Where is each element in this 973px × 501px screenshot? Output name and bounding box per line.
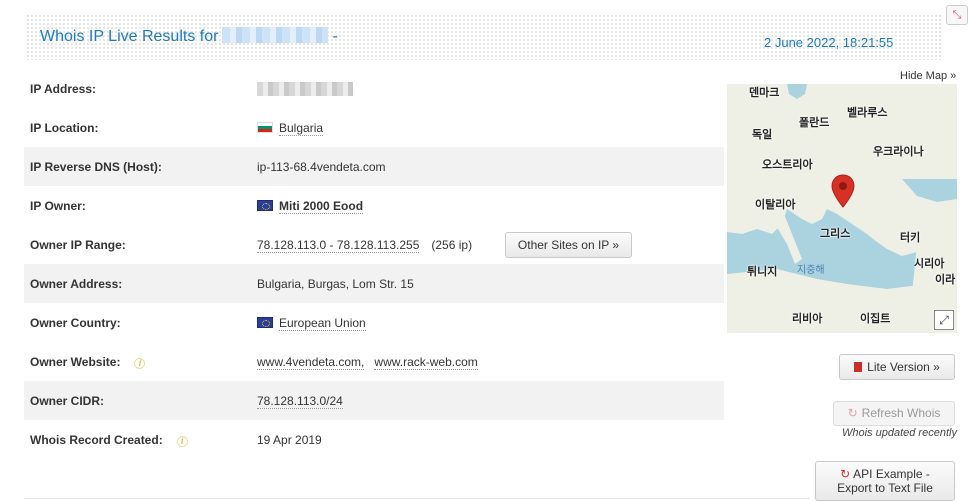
map-label: 터키 [900, 231, 921, 244]
ip-count: (256 ip) [431, 238, 473, 252]
row-owner-address: Owner Address: Bulgaria, Burgas, Lom Str… [24, 264, 724, 303]
redacted-ip [222, 27, 329, 43]
row-label: IP Location: [30, 121, 99, 135]
location-link[interactable]: Bulgaria [279, 121, 324, 136]
hide-map-link[interactable]: Hide Map » [900, 70, 956, 82]
row-label: Owner IP Range: [30, 238, 126, 252]
row-label: Owner Website: i [30, 355, 146, 369]
cidr-link[interactable]: 78.128.113.0/24 [257, 394, 343, 409]
row-value: 78.128.113.0/24 [257, 394, 343, 409]
results-header: Whois IP Live Results for - 2 June 2022, … [26, 14, 943, 60]
row-owner-country: Owner Country: European Union [24, 303, 724, 342]
ip-range-link[interactable]: 78.128.113.0 - 78.128.113.255 [257, 238, 420, 253]
api-example-button[interactable]: ↻ API Example - Export to Text File [815, 461, 955, 501]
land-italy [775, 209, 802, 264]
map-label-sea: 지중해 [797, 265, 825, 276]
info-icon[interactable]: i [176, 436, 188, 447]
row-value: ip-113-68.4vendeta.com [257, 160, 386, 174]
row-value: European Union [257, 316, 366, 331]
row-value: 19 Apr 2019 [257, 433, 322, 447]
row-ip-location: IP Location: Bulgaria [24, 108, 724, 147]
row-ip-address: IP Address: [24, 69, 724, 108]
map-label: 오스트리아 [762, 158, 813, 171]
row-value: Miti 2000 Eood [257, 199, 364, 214]
owner-link[interactable]: Miti 2000 Eood [279, 199, 364, 214]
row-label: Owner CIDR: [30, 394, 105, 408]
row-record-created: Whois Record Created: i 19 Apr 2019 [24, 420, 724, 459]
other-sites-button[interactable]: Other Sites on IP » [505, 232, 632, 258]
row-label: Owner Address: [30, 277, 123, 291]
map-label: 시리아 [914, 257, 945, 270]
eu-flag-icon [257, 317, 273, 328]
result-date: 2 June 2022, 18:21:55 [764, 35, 894, 50]
row-label: IP Address: [30, 82, 97, 96]
row-value: 78.128.113.0 - 78.128.113.255 (256 ip) [257, 238, 473, 253]
refresh-icon: ↻ [847, 406, 858, 420]
map-label: 튀니지 [747, 265, 778, 278]
page-title: Whois IP Live Results for - [40, 27, 338, 45]
collapse-arrows-icon[interactable]: ⤡ [946, 5, 968, 25]
row-ip-owner: IP Owner: Miti 2000 Eood [24, 186, 724, 225]
refresh-whois-button[interactable]: ↻ Refresh Whois [833, 401, 955, 426]
row-label: Owner Country: [30, 316, 121, 330]
row-owner-cidr: Owner CIDR: 78.128.113.0/24 [24, 381, 724, 420]
lite-version-button[interactable]: Lite Version » [839, 354, 955, 380]
info-icon[interactable]: i [134, 358, 146, 369]
row-owner-website: Owner Website: i www.4vendeta.com, www.ra… [24, 342, 724, 381]
map-label: 이라 [935, 273, 956, 286]
row-value: Bulgaria [257, 121, 324, 136]
map-label: 리비아 [792, 312, 823, 325]
eu-flag-icon [257, 200, 273, 211]
country-link[interactable]: European Union [279, 316, 366, 331]
website-link-2[interactable]: www.rack-web.com [374, 355, 478, 370]
row-label: Whois Record Created: i [30, 433, 188, 447]
refresh-icon: ↻ [840, 467, 851, 481]
bulgaria-flag-icon [257, 122, 273, 133]
map-label: 덴마크 [749, 86, 780, 99]
map-label: 우크라이나 [873, 145, 924, 158]
map-label: 이집트 [860, 312, 891, 325]
map-label: 이탈리아 [755, 198, 796, 211]
location-map[interactable]: 덴마크 벨라루스 폴란드 독일 우크라이나 오스트리아 이탈리아 그리스 터키 … [727, 84, 957, 333]
whois-updated-note: Whois updated recently [842, 427, 957, 439]
divider [24, 498, 810, 499]
map-fullscreen-icon[interactable]: ⤢ [934, 310, 954, 330]
map-pin-icon[interactable] [831, 174, 855, 208]
row-value [257, 82, 353, 97]
row-value: www.4vendeta.com, www.rack-web.com [257, 355, 478, 370]
map-label: 폴란드 [799, 116, 830, 129]
book-icon [854, 362, 863, 372]
map-label: 벨라루스 [847, 106, 888, 119]
redacted-ip-address [257, 82, 353, 96]
whois-table: IP Address: IP Location: Bulgaria IP Rev… [24, 69, 724, 459]
row-label: IP Owner: [30, 199, 86, 213]
website-link-1[interactable]: www.4vendeta.com, [257, 355, 365, 370]
row-label: IP Reverse DNS (Host): [30, 160, 162, 174]
map-label: 독일 [752, 128, 773, 141]
map-label: 그리스 [820, 227, 851, 240]
row-value: Bulgaria, Burgas, Lom Str. 15 [257, 277, 414, 291]
row-reverse-dns: IP Reverse DNS (Host): ip-113-68.4vendet… [24, 147, 724, 186]
